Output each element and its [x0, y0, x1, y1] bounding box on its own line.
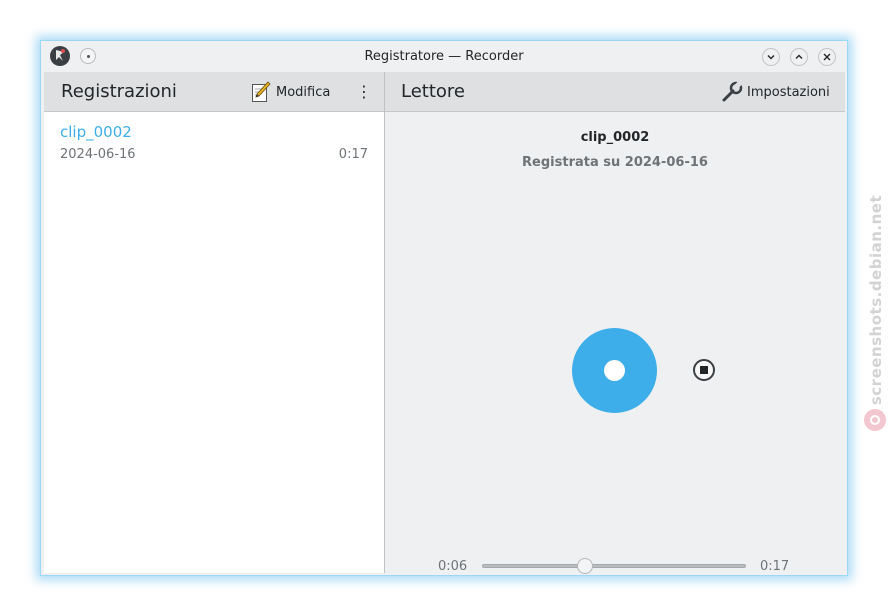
player-title: Lettore [401, 81, 465, 102]
current-time: 0:06 [438, 559, 468, 574]
maximize-button[interactable] [790, 48, 808, 66]
settings-button[interactable]: Impostazioni [721, 81, 830, 103]
recordings-list: clip_0002 2024-06-16 0:17 [44, 112, 384, 573]
chevron-up-icon [795, 54, 803, 59]
edit-button-label: Modifica [276, 84, 331, 100]
watermark-text: screenshots.debian.net [867, 194, 885, 406]
recording-date: 2024-06-16 [60, 147, 136, 162]
edit-button[interactable]: Modifica [251, 81, 330, 103]
pencil-icon [252, 81, 271, 102]
titlebar: Registratore — Recorder [41, 41, 847, 72]
kebab-menu-icon[interactable]: ⋮ [356, 82, 372, 102]
total-time: 0:17 [760, 559, 790, 574]
wrench-icon [722, 81, 743, 102]
chevron-down-icon [767, 55, 775, 60]
play-button[interactable] [572, 328, 657, 413]
settings-button-label: Impostazioni [747, 84, 830, 100]
seek-slider-fill [483, 565, 586, 567]
recordings-title: Registrazioni [61, 81, 177, 102]
app-window: Registratore — Recorder Registrazioni Mo… [40, 40, 848, 576]
close-icon [823, 53, 831, 61]
player-header: Lettore Impostazioni [385, 72, 845, 112]
seek-slider[interactable] [482, 558, 746, 574]
player-area: clip_0002 Registrata su 2024-06-16 0:06 … [385, 112, 845, 574]
recording-name: clip_0002 [60, 123, 132, 141]
seek-slider-thumb[interactable] [577, 558, 594, 574]
watermark: screenshots.debian.net [862, 195, 888, 435]
stop-button[interactable] [693, 359, 715, 381]
close-button[interactable] [818, 48, 836, 66]
list-item[interactable]: clip_0002 2024-06-16 0:17 [44, 112, 384, 172]
minimize-button[interactable] [762, 48, 780, 66]
debian-swirl-icon [864, 409, 886, 431]
recording-duration: 0:17 [338, 147, 368, 162]
window-title: Registratore — Recorder [364, 49, 524, 64]
clip-title: clip_0002 [580, 130, 650, 145]
clip-subtitle: Registrata su 2024-06-16 [522, 155, 708, 170]
recordings-header: Registrazioni Modifica ⋮ [44, 72, 384, 112]
